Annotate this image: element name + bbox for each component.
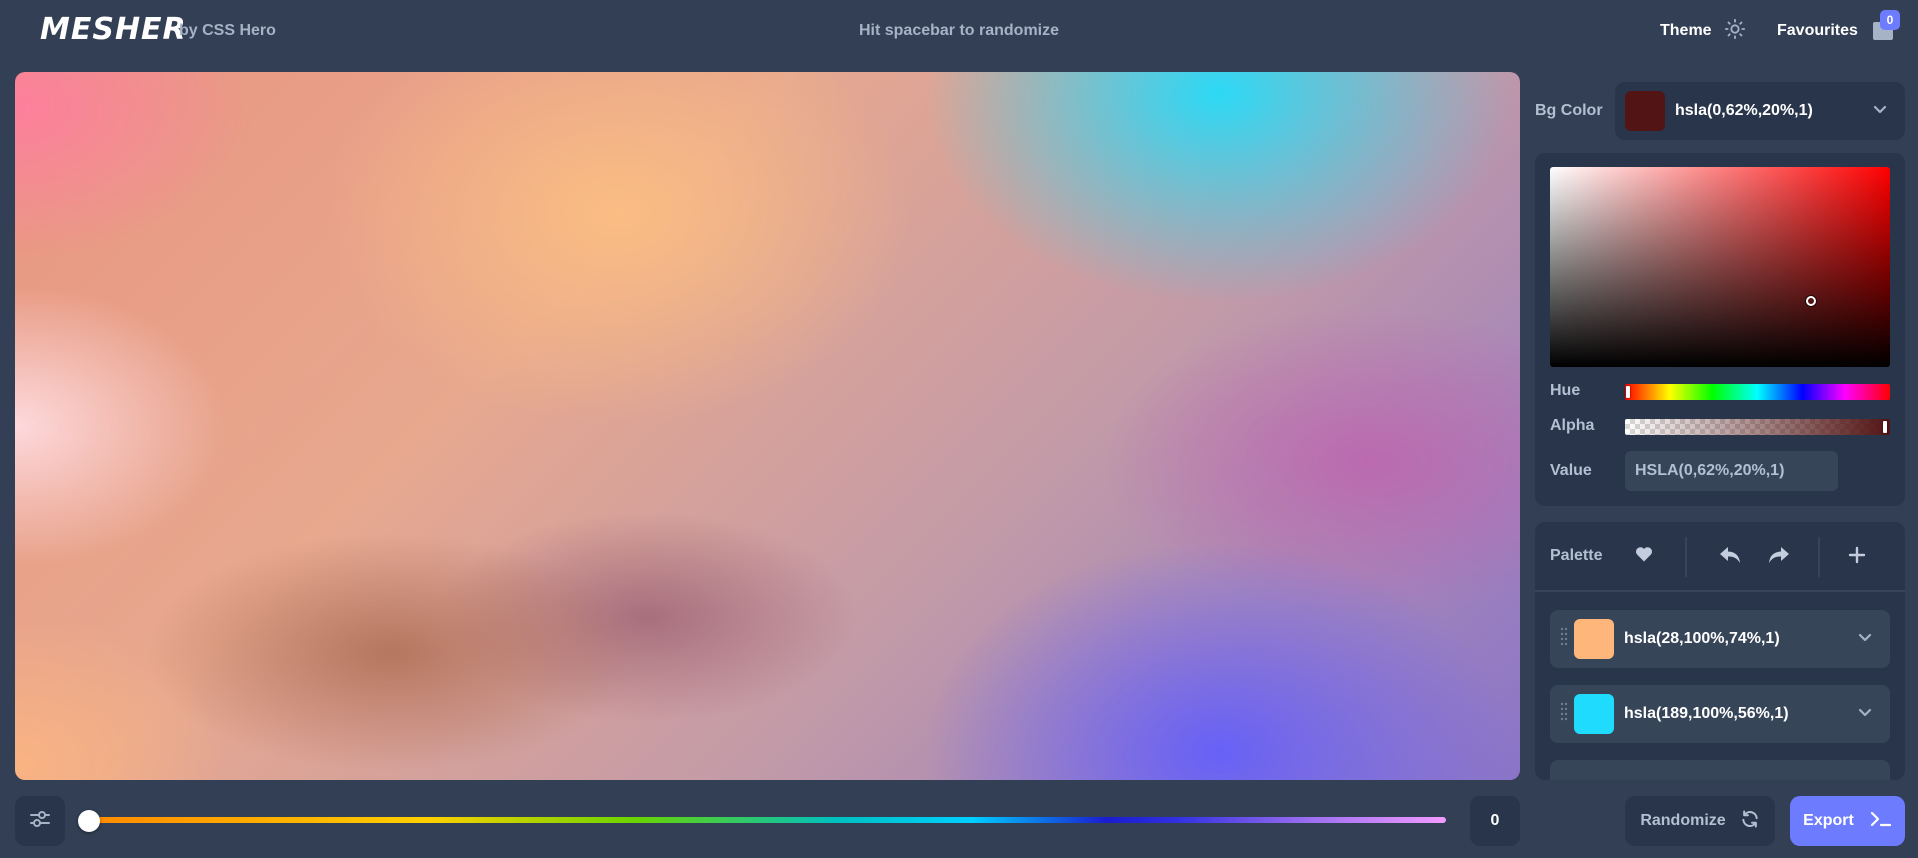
hue-slider-thumb[interactable] [1626, 386, 1630, 398]
folder-icon: 0 [1872, 10, 1900, 41]
randomize-button[interactable]: Randomize [1625, 796, 1775, 846]
divider [1818, 537, 1820, 577]
alpha-slider[interactable] [1625, 419, 1890, 435]
add-color-icon[interactable] [1848, 546, 1866, 569]
bg-color-swatch [1625, 91, 1665, 131]
favourites-count-badge: 0 [1879, 10, 1900, 30]
palette-color-swatch [1574, 694, 1614, 734]
palette-color-value: hsla(189,100%,56%,1) [1624, 705, 1789, 722]
favourites-label: Favourites [1777, 22, 1858, 39]
divider [1685, 537, 1687, 577]
hue-shift-slider-track[interactable] [90, 817, 1446, 823]
favourites-button[interactable]: Favourites 0 [1777, 10, 1900, 44]
palette-color-swatch [1574, 619, 1614, 659]
settings-button[interactable] [15, 796, 65, 846]
mesh-gradient-preview[interactable] [15, 72, 1520, 780]
theme-toggle-button[interactable]: Theme [1660, 18, 1746, 44]
value-label: Value [1550, 462, 1592, 479]
hue-slider[interactable] [1625, 384, 1890, 400]
color-value-input[interactable] [1625, 451, 1838, 491]
palette-toolbar: Palette [1535, 522, 1905, 592]
redo-icon[interactable] [1767, 544, 1791, 571]
chevron-down-icon[interactable] [1858, 630, 1872, 648]
saturation-value-cursor[interactable] [1806, 296, 1816, 306]
sun-icon [1724, 18, 1746, 45]
saturation-value-area[interactable] [1550, 167, 1890, 367]
color-picker: Hue Alpha Value [1535, 153, 1905, 506]
hue-shift-slider-thumb[interactable] [78, 810, 100, 832]
alpha-slider-thumb[interactable] [1883, 421, 1887, 433]
bg-color-label: Bg Color [1535, 102, 1603, 119]
drag-handle-icon[interactable] [1560, 626, 1568, 653]
hue-shift-value[interactable]: 0 [1470, 796, 1520, 846]
chevron-down-icon [1873, 102, 1887, 120]
undo-icon[interactable] [1718, 544, 1742, 571]
terminal-icon [1870, 810, 1892, 833]
palette-color-item[interactable]: hsla(28,100%,74%,1) [1550, 610, 1890, 668]
chevron-down-icon[interactable] [1858, 705, 1872, 723]
sliders-icon [29, 809, 51, 834]
export-label: Export [1803, 812, 1854, 829]
drag-handle-icon[interactable] [1560, 701, 1568, 728]
header: MESHER by CSS Hero Hit spacebar to rando… [0, 0, 1918, 62]
palette-color-value: hsla(28,100%,74%,1) [1624, 630, 1780, 647]
palette-color-item[interactable]: hsla(189,100%,56%,1) [1550, 685, 1890, 743]
theme-label: Theme [1660, 22, 1712, 39]
alpha-label: Alpha [1550, 417, 1595, 434]
palette-title: Palette [1550, 547, 1603, 564]
heart-icon[interactable] [1634, 544, 1654, 569]
refresh-icon [1740, 809, 1760, 834]
randomize-label: Randomize [1640, 812, 1726, 829]
bg-color-value: hsla(0,62%,20%,1) [1675, 102, 1813, 119]
randomize-hint: Hit spacebar to randomize [858, 22, 1060, 39]
palette-color-item[interactable] [1550, 760, 1890, 780]
palette-panel: Palette hsla(28,100%,74%,1) hsla(189,100… [1535, 522, 1905, 780]
export-button[interactable]: Export [1790, 796, 1905, 846]
bg-color-select[interactable]: hsla(0,62%,20%,1) [1615, 82, 1905, 140]
hue-label: Hue [1550, 382, 1581, 399]
